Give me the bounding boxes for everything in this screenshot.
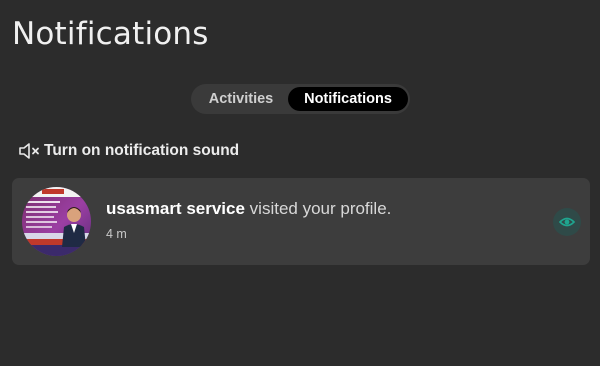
profile-avatar[interactable] — [22, 187, 91, 256]
eye-icon — [559, 216, 575, 228]
notification-sound-toggle[interactable]: Turn on notification sound — [18, 140, 239, 162]
tab-notifications[interactable]: Notifications — [288, 87, 408, 111]
view-profile-button[interactable] — [553, 208, 581, 236]
notification-time: 4 m — [106, 227, 127, 241]
notification-action-text: visited your profile. — [244, 199, 392, 218]
tab-activities[interactable]: Activities — [198, 87, 284, 111]
speaker-muted-icon — [18, 141, 44, 161]
notification-message: usasmart service visited your profile. — [106, 198, 391, 220]
tab-switcher: Activities Notifications — [191, 84, 410, 114]
notification-username[interactable]: usasmart service — [106, 199, 245, 218]
page-title: Notifications — [12, 16, 209, 52]
notification-item[interactable]: usasmart service visited your profile. 4… — [12, 178, 590, 265]
sound-toggle-label: Turn on notification sound — [44, 142, 240, 159]
